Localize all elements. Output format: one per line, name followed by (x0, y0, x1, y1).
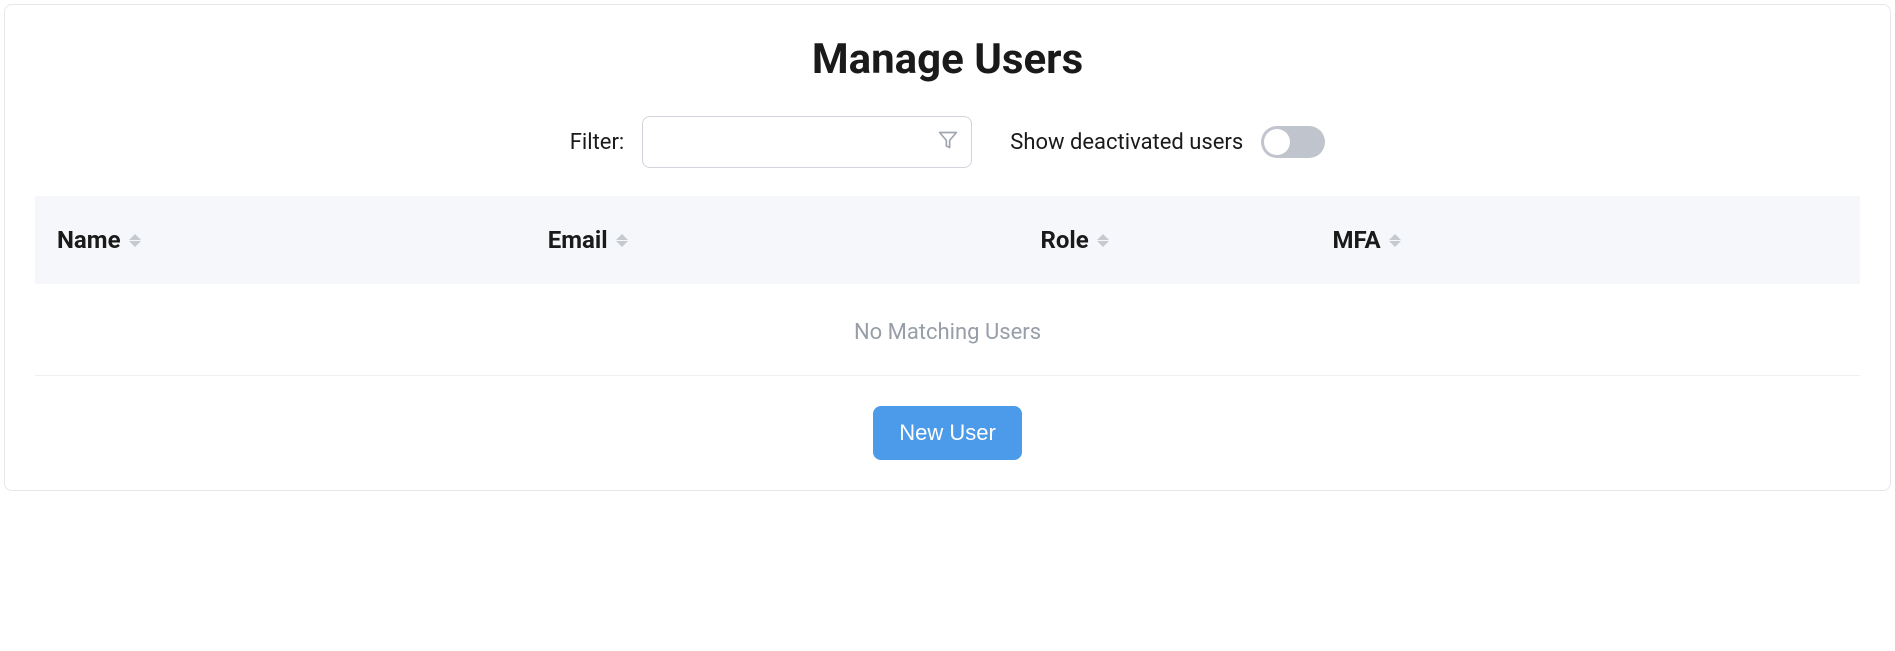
table-header-row: Name Email (35, 196, 1860, 284)
manage-users-card: Manage Users Filter: Show deactivated us… (4, 4, 1891, 491)
column-header-email[interactable]: Email (548, 226, 628, 254)
empty-state-row: No Matching Users (35, 284, 1860, 376)
column-header-mfa[interactable]: MFA (1333, 226, 1401, 254)
page-title: Manage Users (35, 35, 1860, 84)
sort-icon (129, 234, 141, 247)
show-deactivated-label: Show deactivated users (1010, 130, 1243, 155)
empty-state-message: No Matching Users (35, 284, 1860, 376)
column-header-role-label: Role (1041, 226, 1089, 254)
filter-input[interactable] (642, 116, 972, 168)
new-user-button[interactable]: New User (873, 406, 1022, 460)
users-table: Name Email (35, 196, 1860, 376)
column-header-name-label: Name (57, 226, 121, 254)
column-header-mfa-label: MFA (1333, 226, 1381, 254)
controls-row: Filter: Show deactivated users (35, 116, 1860, 168)
sort-icon (1389, 234, 1401, 247)
filter-label: Filter: (570, 130, 625, 155)
show-deactivated-toggle[interactable] (1261, 126, 1325, 158)
sort-icon (1097, 234, 1109, 247)
column-header-email-label: Email (548, 226, 608, 254)
footer: New User (35, 376, 1860, 460)
filter-input-wrap (642, 116, 972, 168)
sort-icon (616, 234, 628, 247)
toggle-knob (1264, 129, 1290, 155)
column-header-role[interactable]: Role (1041, 226, 1109, 254)
column-header-name[interactable]: Name (57, 226, 141, 254)
